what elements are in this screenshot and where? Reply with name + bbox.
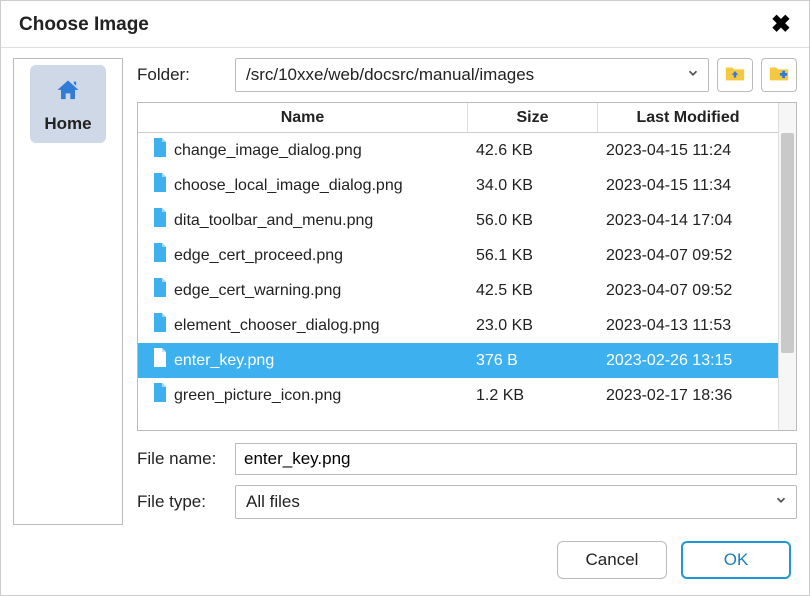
- cell-name: edge_cert_proceed.png: [138, 243, 468, 268]
- file-icon: [152, 383, 168, 408]
- table-row[interactable]: green_picture_icon.png 1.2 KB2023-02-17 1…: [138, 378, 778, 413]
- column-header-size[interactable]: Size: [468, 103, 598, 132]
- file-icon: [152, 313, 168, 338]
- chevron-down-icon: [774, 492, 788, 512]
- home-icon: [50, 74, 86, 108]
- cell-name: enter_key.png: [138, 348, 468, 373]
- cell-modified: 2023-04-07 09:52: [598, 247, 778, 265]
- folder-up-button[interactable]: [717, 58, 753, 92]
- cell-modified: 2023-02-17 18:36: [598, 387, 778, 405]
- column-header-modified[interactable]: Last Modified: [598, 103, 778, 132]
- cell-size: 42.5 KB: [468, 282, 598, 300]
- cell-name: green_picture_icon.png: [138, 383, 468, 408]
- file-icon: [152, 243, 168, 268]
- cell-size: 376 B: [468, 352, 598, 370]
- file-icon: [152, 348, 168, 373]
- dialog-footer: Cancel OK: [1, 525, 809, 595]
- file-name: green_picture_icon.png: [174, 387, 341, 405]
- main-panel: Folder: /src/10xxe/web/docsrc/manual/ima…: [137, 58, 797, 525]
- chevron-down-icon: [686, 65, 700, 85]
- folder-path: /src/10xxe/web/docsrc/manual/images: [246, 65, 534, 85]
- cell-size: 56.1 KB: [468, 247, 598, 265]
- close-icon[interactable]: ✖: [771, 13, 791, 37]
- filename-input[interactable]: [235, 443, 797, 475]
- dialog-title: Choose Image: [19, 14, 149, 36]
- sidebar: Home: [13, 58, 123, 525]
- cell-size: 34.0 KB: [468, 177, 598, 195]
- cell-name: change_image_dialog.png: [138, 138, 468, 163]
- cancel-button[interactable]: Cancel: [557, 541, 667, 579]
- file-icon: [152, 208, 168, 233]
- titlebar: Choose Image ✖: [1, 1, 809, 48]
- file-name: enter_key.png: [174, 352, 274, 370]
- ok-button[interactable]: OK: [681, 541, 791, 579]
- file-name: element_chooser_dialog.png: [174, 317, 379, 335]
- new-folder-icon: [768, 63, 790, 88]
- file-name: choose_local_image_dialog.png: [174, 177, 403, 195]
- file-name: dita_toolbar_and_menu.png: [174, 212, 373, 230]
- cell-modified: 2023-04-13 11:53: [598, 317, 778, 335]
- scroll-thumb[interactable]: [781, 133, 794, 353]
- table-row[interactable]: choose_local_image_dialog.png 34.0 KB2023…: [138, 168, 778, 203]
- file-icon: [152, 278, 168, 303]
- cell-name: dita_toolbar_and_menu.png: [138, 208, 468, 233]
- table-row[interactable]: enter_key.png 376 B2023-02-26 13:15: [138, 343, 778, 378]
- file-name: edge_cert_proceed.png: [174, 247, 343, 265]
- table-body: change_image_dialog.png 42.6 KB2023-04-15…: [138, 133, 778, 430]
- cell-modified: 2023-04-14 17:04: [598, 212, 778, 230]
- cell-size: 23.0 KB: [468, 317, 598, 335]
- folder-up-icon: [724, 63, 746, 88]
- filetype-label: File type:: [137, 492, 227, 512]
- filetype-value: All files: [246, 492, 300, 512]
- table-row[interactable]: edge_cert_warning.png 42.5 KB2023-04-07 0…: [138, 273, 778, 308]
- filename-row: File name:: [137, 443, 797, 475]
- cell-name: element_chooser_dialog.png: [138, 313, 468, 338]
- cell-name: choose_local_image_dialog.png: [138, 173, 468, 198]
- cell-size: 56.0 KB: [468, 212, 598, 230]
- folder-row: Folder: /src/10xxe/web/docsrc/manual/ima…: [137, 58, 797, 92]
- home-label: Home: [44, 114, 91, 134]
- filename-label: File name:: [137, 449, 227, 469]
- cell-modified: 2023-02-26 13:15: [598, 352, 778, 370]
- cell-modified: 2023-04-15 11:24: [598, 142, 778, 160]
- filetype-select[interactable]: All files: [235, 485, 797, 519]
- table-row[interactable]: change_image_dialog.png 42.6 KB2023-04-15…: [138, 133, 778, 168]
- cell-size: 1.2 KB: [468, 387, 598, 405]
- file-name: edge_cert_warning.png: [174, 282, 341, 300]
- table-row[interactable]: edge_cert_proceed.png 56.1 KB2023-04-07 0…: [138, 238, 778, 273]
- dialog-body: Home Folder: /src/10xxe/web/docsrc/manua…: [1, 48, 809, 525]
- scrollbar[interactable]: [778, 103, 796, 430]
- file-name: change_image_dialog.png: [174, 142, 362, 160]
- cell-name: edge_cert_warning.png: [138, 278, 468, 303]
- table-row[interactable]: dita_toolbar_and_menu.png 56.0 KB2023-04-…: [138, 203, 778, 238]
- cell-modified: 2023-04-15 11:34: [598, 177, 778, 195]
- folder-label: Folder:: [137, 65, 227, 85]
- choose-image-dialog: Choose Image ✖ Home Folder: /src/10xxe/w…: [0, 0, 810, 596]
- table-header: Name Size Last Modified: [138, 103, 778, 133]
- file-icon: [152, 138, 168, 163]
- new-folder-button[interactable]: [761, 58, 797, 92]
- column-header-name[interactable]: Name: [138, 103, 468, 132]
- cell-modified: 2023-04-07 09:52: [598, 282, 778, 300]
- file-icon: [152, 173, 168, 198]
- table-row[interactable]: element_chooser_dialog.png 23.0 KB2023-04…: [138, 308, 778, 343]
- home-button[interactable]: Home: [30, 65, 106, 143]
- file-table: Name Size Last Modified change_image_dia…: [137, 102, 797, 431]
- cell-size: 42.6 KB: [468, 142, 598, 160]
- folder-select[interactable]: /src/10xxe/web/docsrc/manual/images: [235, 58, 709, 92]
- filetype-row: File type: All files: [137, 485, 797, 519]
